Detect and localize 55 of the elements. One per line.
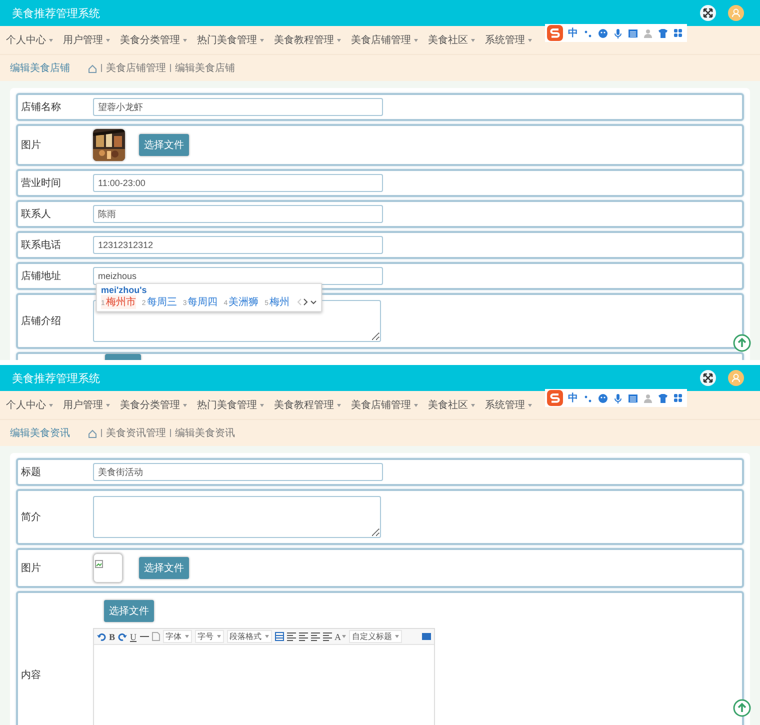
field-label: 图片 bbox=[20, 562, 42, 575]
choose-file-button[interactable]: 选择文件 bbox=[139, 557, 189, 579]
field-label: 营业时间 bbox=[20, 176, 62, 190]
field-label: 联系人 bbox=[20, 208, 52, 221]
nav-menu[interactable]: 美食社区 bbox=[428, 398, 475, 412]
input-field[interactable]: 美食街活动 bbox=[93, 463, 383, 481]
nav-menu[interactable]: 用户管理 bbox=[63, 398, 110, 412]
field-label: 图片 bbox=[20, 138, 42, 152]
input-field[interactable]: 望蓉小龙虾 bbox=[93, 98, 383, 116]
breadcrumb-link[interactable]: 美食资讯管理 bbox=[106, 426, 166, 440]
field-label: 店铺介绍 bbox=[20, 314, 62, 328]
pinyin-text: mei'zhou's bbox=[101, 285, 148, 295]
field-label: 简介 bbox=[20, 511, 42, 524]
nav-menu[interactable]: 美食社区 bbox=[428, 33, 475, 47]
page-title: 编辑美食资讯 bbox=[10, 426, 70, 440]
nav-menu[interactable]: 系统管理 bbox=[485, 33, 532, 47]
toolbar-dropdown[interactable]: 段落格式 bbox=[226, 630, 272, 643]
nav-menu[interactable]: 用户管理 bbox=[63, 33, 110, 47]
input-field[interactable]: 陈雨 bbox=[93, 205, 383, 223]
app-title: 美食推荐管理系统 bbox=[12, 6, 100, 20]
choose-file-button[interactable]: 选择文件 bbox=[139, 134, 189, 156]
breadcrumb-link[interactable]: 编辑美食店铺 bbox=[175, 61, 235, 75]
nav-menu[interactable]: 美食分类管理 bbox=[120, 33, 187, 47]
input-field[interactable]: 11:00-23:00 bbox=[93, 174, 383, 192]
breadcrumb-link[interactable]: 编辑美食资讯 bbox=[175, 426, 235, 440]
page-title: 编辑美食店铺 bbox=[10, 62, 70, 75]
choose-file-button[interactable]: 选择文件 bbox=[104, 600, 154, 622]
input-field[interactable]: meizhous bbox=[93, 267, 383, 285]
nav-menu[interactable]: 美食店铺管理 bbox=[351, 398, 418, 412]
field-label: 内容 bbox=[20, 668, 42, 682]
nav-menu[interactable]: 系统管理 bbox=[485, 398, 532, 412]
toolbar-dropdown[interactable]: 字体 bbox=[162, 630, 192, 643]
nav-menu[interactable]: 个人中心 bbox=[6, 398, 53, 412]
toolbar-dropdown[interactable]: 自定义标题 bbox=[349, 630, 402, 643]
bold-button[interactable]: B bbox=[109, 632, 116, 642]
nav-menu[interactable]: 美食教程管理 bbox=[274, 398, 341, 412]
breadcrumb-link[interactable]: 美食店铺管理 bbox=[106, 61, 166, 75]
field-label: 标题 bbox=[20, 466, 42, 479]
field-label: 联系电话 bbox=[20, 238, 62, 252]
nav-menu[interactable]: 美食分类管理 bbox=[120, 398, 187, 412]
ime-mode-toggle[interactable]: 中 bbox=[568, 391, 578, 405]
field-label: 店铺地址 bbox=[20, 270, 62, 283]
toolbar-dropdown[interactable]: 字号 bbox=[194, 630, 224, 643]
nav-menu[interactable]: 个人中心 bbox=[6, 33, 53, 47]
rich-text-editor[interactable]: B U 字体 字号 段落格式 A 自定义标题 bbox=[93, 628, 435, 725]
nav-menu[interactable]: 热门美食管理 bbox=[197, 33, 264, 47]
app-title: 美食推荐管理系统 bbox=[12, 372, 100, 386]
font-color-button[interactable]: A bbox=[334, 632, 346, 642]
nav-menu[interactable]: 美食教程管理 bbox=[274, 33, 341, 47]
nav-menu[interactable]: 热门美食管理 bbox=[197, 398, 264, 412]
ime-mode-toggle[interactable]: 中 bbox=[568, 26, 578, 40]
underline-button[interactable]: U bbox=[130, 632, 137, 642]
field-label: 店铺名称 bbox=[20, 100, 62, 114]
nav-menu[interactable]: 美食店铺管理 bbox=[351, 33, 418, 47]
input-field[interactable]: 12312312312 bbox=[93, 236, 383, 254]
